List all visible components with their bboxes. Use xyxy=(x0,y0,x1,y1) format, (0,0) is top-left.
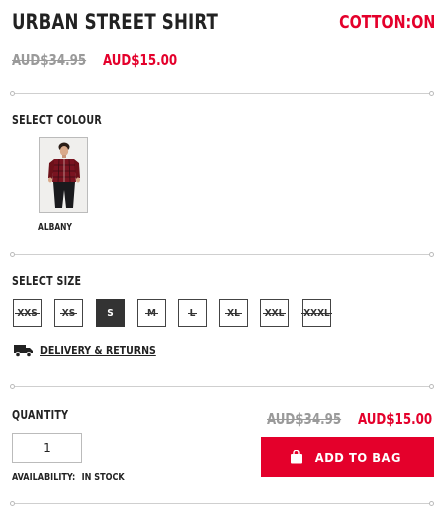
product-title: URBAN STREET SHIRT xyxy=(12,10,219,34)
divider xyxy=(10,501,434,506)
size-option-m[interactable]: M xyxy=(137,299,166,327)
size-option-l[interactable]: L xyxy=(178,299,207,327)
availability-value: IN STOCK xyxy=(81,472,125,483)
divider xyxy=(10,384,434,389)
select-colour-heading: SELECT COLOUR xyxy=(12,113,102,127)
truck-icon xyxy=(14,345,33,357)
size-option-s[interactable]: S xyxy=(96,299,125,327)
quantity-input[interactable] xyxy=(12,433,82,463)
select-size-heading: SELECT SIZE xyxy=(12,274,82,288)
divider xyxy=(10,252,434,257)
size-option-xs[interactable]: XS xyxy=(54,299,83,327)
add-to-bag-button[interactable]: ADD TO BAG xyxy=(261,437,434,477)
add-to-bag-label: ADD TO BAG xyxy=(314,449,402,465)
size-option-xl[interactable]: XL xyxy=(219,299,248,327)
cart-sale-price: AUD$15.00 xyxy=(358,410,433,428)
brand-logo: COTTON:ON xyxy=(338,12,435,33)
cart-original-price: AUD$34.95 xyxy=(267,410,342,428)
quantity-heading: QUANTITY xyxy=(12,408,69,422)
size-option-xxs[interactable]: XXS xyxy=(13,299,42,327)
size-option-xxl[interactable]: XXL xyxy=(260,299,289,327)
original-price: AUD$34.95 xyxy=(12,51,87,69)
colour-name-albany: ALBANY xyxy=(38,222,72,233)
delivery-returns-link[interactable]: DELIVERY & RETURNS xyxy=(14,344,156,357)
sale-price: AUD$15.00 xyxy=(103,51,178,69)
availability-label: AVAILABILITY: xyxy=(12,472,76,483)
colour-swatch-albany[interactable] xyxy=(39,137,88,213)
availability: AVAILABILITY: IN STOCK xyxy=(12,472,125,483)
size-option-xxxl[interactable]: XXXL xyxy=(301,299,332,327)
delivery-returns-label: DELIVERY & RETURNS xyxy=(40,344,156,357)
shirt-model-image xyxy=(40,138,87,212)
divider xyxy=(10,91,434,96)
shopping-bag-icon xyxy=(291,450,303,464)
